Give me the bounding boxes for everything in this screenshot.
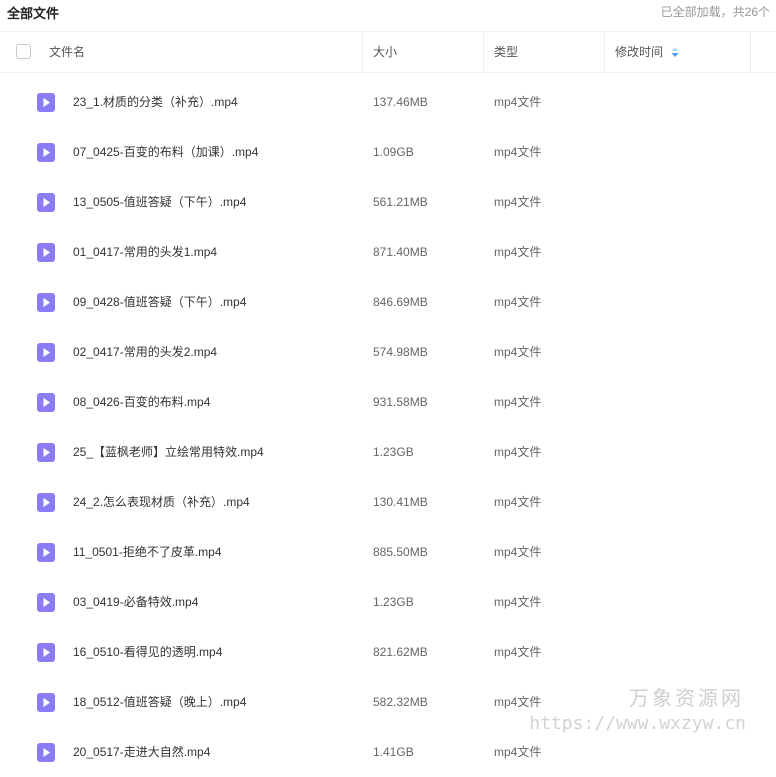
file-row[interactable]: 18_0512-值班答疑（晚上）.mp4 582.32MB mp4文件 [0, 677, 776, 727]
file-row[interactable]: 03_0419-必备特效.mp4 1.23GB mp4文件 [0, 577, 776, 627]
column-divider[interactable] [750, 32, 751, 72]
file-type: mp4文件 [494, 595, 542, 609]
file-name[interactable]: 16_0510-看得见的透明.mp4 [73, 627, 222, 677]
file-name[interactable]: 18_0512-值班答疑（晚上）.mp4 [73, 677, 246, 727]
file-row[interactable]: 08_0426-百变的布料.mp4 931.58MB mp4文件 [0, 377, 776, 427]
file-name[interactable]: 20_0517-走进大自然.mp4 [73, 727, 210, 777]
table-header: 文件名 大小 类型 修改时间 [0, 31, 776, 73]
file-name[interactable]: 24_2.怎么表现材质（补充）.mp4 [73, 477, 250, 527]
file-type: mp4文件 [494, 345, 542, 359]
column-header-modified[interactable]: 修改时间 [615, 32, 679, 72]
file-name[interactable]: 02_0417-常用的头发2.mp4 [73, 327, 217, 377]
file-type: mp4文件 [494, 95, 542, 109]
file-size: 1.23GB [373, 595, 414, 609]
file-name[interactable]: 23_1.材质的分类（补充）.mp4 [73, 77, 238, 127]
video-file-icon[interactable] [37, 343, 55, 362]
file-size: 931.58MB [373, 395, 428, 409]
video-file-icon[interactable] [37, 743, 55, 762]
file-size: 885.50MB [373, 545, 428, 559]
file-type: mp4文件 [494, 245, 542, 259]
column-header-type[interactable]: 类型 [494, 32, 518, 72]
column-header-size[interactable]: 大小 [373, 32, 397, 72]
file-type: mp4文件 [494, 695, 542, 709]
file-row[interactable]: 01_0417-常用的头发1.mp4 871.40MB mp4文件 [0, 227, 776, 277]
video-file-icon[interactable] [37, 493, 55, 512]
file-type: mp4文件 [494, 495, 542, 509]
file-size: 871.40MB [373, 245, 428, 259]
file-row[interactable]: 09_0428-值班答疑（下午）.mp4 846.69MB mp4文件 [0, 277, 776, 327]
file-row[interactable]: 23_1.材质的分类（补充）.mp4 137.46MB mp4文件 [0, 77, 776, 127]
video-file-icon[interactable] [37, 693, 55, 712]
select-all-checkbox[interactable] [16, 44, 31, 59]
file-type: mp4文件 [494, 195, 542, 209]
file-size: 846.69MB [373, 295, 428, 309]
file-type: mp4文件 [494, 545, 542, 559]
file-name[interactable]: 07_0425-百变的布料（加课）.mp4 [73, 127, 258, 177]
file-size: 821.62MB [373, 645, 428, 659]
column-header-name[interactable]: 文件名 [49, 32, 85, 72]
file-size: 130.41MB [373, 495, 428, 509]
file-size: 561.21MB [373, 195, 428, 209]
page-title: 全部文件 [7, 6, 60, 21]
file-row[interactable]: 02_0417-常用的头发2.mp4 574.98MB mp4文件 [0, 327, 776, 377]
file-type: mp4文件 [494, 645, 542, 659]
file-row[interactable]: 25_【蓝枫老师】立绘常用特效.mp4 1.23GB mp4文件 [0, 427, 776, 477]
file-row[interactable]: 07_0425-百变的布料（加课）.mp4 1.09GB mp4文件 [0, 127, 776, 177]
file-row[interactable]: 11_0501-拒绝不了皮革.mp4 885.50MB mp4文件 [0, 527, 776, 577]
video-file-icon[interactable] [37, 193, 55, 212]
file-row[interactable]: 20_0517-走进大自然.mp4 1.41GB mp4文件 [0, 727, 776, 777]
column-header-modified-label: 修改时间 [615, 45, 664, 59]
file-size: 1.09GB [373, 145, 414, 159]
file-type: mp4文件 [494, 445, 542, 459]
file-row[interactable]: 13_0505-值班答疑（下午）.mp4 561.21MB mp4文件 [0, 177, 776, 227]
video-file-icon[interactable] [37, 543, 55, 562]
video-file-icon[interactable] [37, 243, 55, 262]
file-type: mp4文件 [494, 745, 542, 759]
file-name[interactable]: 13_0505-值班答疑（下午）.mp4 [73, 177, 246, 227]
file-name[interactable]: 03_0419-必备特效.mp4 [73, 577, 198, 627]
top-bar: 全部文件 已全部加载，共26个 [0, 0, 776, 22]
video-file-icon[interactable] [37, 593, 55, 612]
file-row[interactable]: 24_2.怎么表现材质（补充）.mp4 130.41MB mp4文件 [0, 477, 776, 527]
file-name[interactable]: 09_0428-值班答疑（下午）.mp4 [73, 277, 246, 327]
sort-icon[interactable] [671, 46, 679, 57]
video-file-icon[interactable] [37, 443, 55, 462]
file-size: 582.32MB [373, 695, 428, 709]
load-status: 已全部加载，共26个 [660, 5, 770, 19]
column-divider[interactable] [604, 32, 605, 72]
video-file-icon[interactable] [37, 393, 55, 412]
file-type: mp4文件 [494, 395, 542, 409]
column-divider[interactable] [362, 32, 363, 72]
file-name[interactable]: 11_0501-拒绝不了皮革.mp4 [73, 527, 222, 577]
file-name[interactable]: 01_0417-常用的头发1.mp4 [73, 227, 217, 277]
file-row[interactable]: 16_0510-看得见的透明.mp4 821.62MB mp4文件 [0, 627, 776, 677]
file-size: 137.46MB [373, 95, 428, 109]
column-divider[interactable] [483, 32, 484, 72]
video-file-icon[interactable] [37, 143, 55, 162]
file-size: 1.23GB [373, 445, 414, 459]
video-file-icon[interactable] [37, 643, 55, 662]
file-type: mp4文件 [494, 295, 542, 309]
file-size: 574.98MB [373, 345, 428, 359]
file-name[interactable]: 08_0426-百变的布料.mp4 [73, 377, 210, 427]
file-type: mp4文件 [494, 145, 542, 159]
file-size: 1.41GB [373, 745, 414, 759]
file-name[interactable]: 25_【蓝枫老师】立绘常用特效.mp4 [73, 427, 264, 477]
video-file-icon[interactable] [37, 93, 55, 112]
video-file-icon[interactable] [37, 293, 55, 312]
